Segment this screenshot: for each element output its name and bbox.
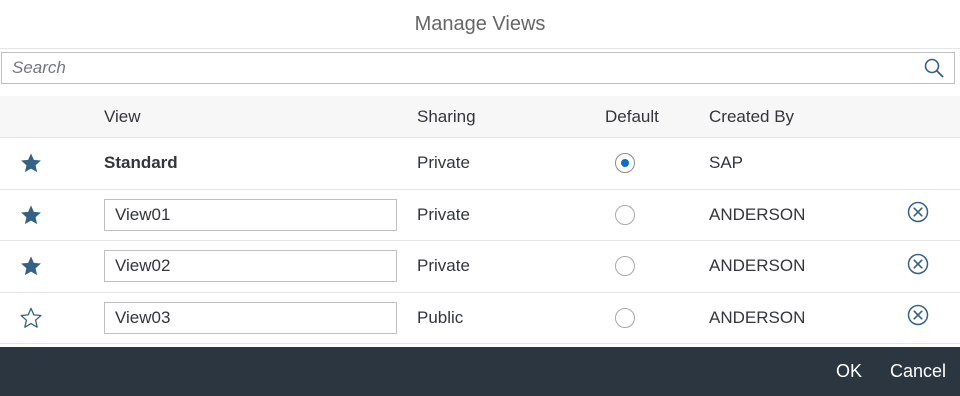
column-header-sharing: Sharing (417, 107, 476, 126)
created-by-value: ANDERSON (709, 307, 806, 327)
created-by-cell: SAP (709, 138, 743, 189)
column-header-created-by: Created By (709, 107, 795, 126)
sharing-cell: Private (417, 241, 470, 292)
default-cell (613, 138, 637, 189)
views-table: View Sharing Default Created By Standard… (0, 96, 960, 344)
created-by-value: SAP (709, 153, 744, 173)
default-radio[interactable] (615, 153, 635, 174)
table-body: Standard Private SAP Private ANDERSON (0, 138, 960, 344)
search-input[interactable] (2, 53, 914, 83)
default-radio[interactable] (615, 204, 635, 225)
dialog-header: Manage Views (0, 0, 960, 49)
default-cell (613, 190, 637, 241)
sharing-value: Private (417, 256, 470, 276)
star-filled-icon (20, 152, 42, 174)
table-row: Standard Private SAP (0, 138, 960, 190)
favorite-toggle[interactable] (18, 293, 44, 344)
view-name-input[interactable] (104, 198, 397, 231)
decline-circle-icon (907, 202, 929, 223)
delete-cell (905, 241, 931, 292)
view-cell (104, 293, 397, 344)
star-filled-icon (20, 204, 42, 226)
created-by-cell: ANDERSON (709, 190, 805, 241)
created-by-cell: ANDERSON (709, 293, 805, 344)
delete-view-button[interactable] (907, 253, 929, 280)
ok-button[interactable]: OK (808, 361, 862, 382)
column-header-view: View (104, 107, 141, 126)
table-row: Public ANDERSON (0, 293, 960, 344)
sharing-cell: Private (417, 138, 470, 189)
view-cell (104, 241, 397, 292)
search-button[interactable] (914, 53, 954, 83)
search-icon (924, 58, 944, 78)
column-header-default: Default (605, 107, 659, 126)
manage-views-dialog: Manage Views View Sharing Default Create… (0, 0, 960, 396)
default-cell (613, 241, 637, 292)
sharing-value: Private (417, 204, 470, 224)
delete-cell (905, 190, 931, 241)
dialog-title: Manage Views (414, 12, 546, 35)
search-field[interactable] (1, 52, 955, 84)
delete-cell (905, 138, 931, 189)
favorite-toggle[interactable] (18, 241, 44, 292)
star-filled-icon (20, 255, 42, 277)
view-cell: Standard (104, 138, 397, 189)
sharing-cell: Private (417, 190, 470, 241)
dialog-footer: OK Cancel (0, 347, 960, 396)
decline-circle-icon (907, 305, 929, 326)
delete-view-button[interactable] (907, 201, 929, 228)
star-outline-icon (20, 307, 42, 329)
created-by-cell: ANDERSON (709, 241, 805, 292)
favorite-toggle[interactable] (18, 190, 44, 241)
favorite-toggle[interactable] (18, 138, 44, 189)
sharing-cell: Public (417, 293, 463, 344)
radio-selected-dot (621, 159, 629, 168)
created-by-value: ANDERSON (709, 204, 806, 224)
default-cell (613, 293, 637, 344)
view-name-input[interactable] (104, 250, 397, 283)
created-by-value: ANDERSON (709, 256, 806, 276)
sharing-value: Private (417, 153, 470, 173)
delete-view-button[interactable] (907, 304, 929, 331)
view-cell (104, 190, 397, 241)
table-row: Private ANDERSON (0, 190, 960, 241)
view-name: Standard (104, 153, 178, 173)
decline-circle-icon (907, 253, 929, 274)
table-header: View Sharing Default Created By (0, 96, 960, 138)
table-row: Private ANDERSON (0, 241, 960, 293)
cancel-button[interactable]: Cancel (862, 361, 946, 382)
default-radio[interactable] (615, 307, 635, 328)
default-radio[interactable] (615, 256, 635, 277)
view-name-input[interactable] (104, 301, 397, 334)
delete-cell (905, 293, 931, 344)
sharing-value: Public (417, 307, 464, 327)
